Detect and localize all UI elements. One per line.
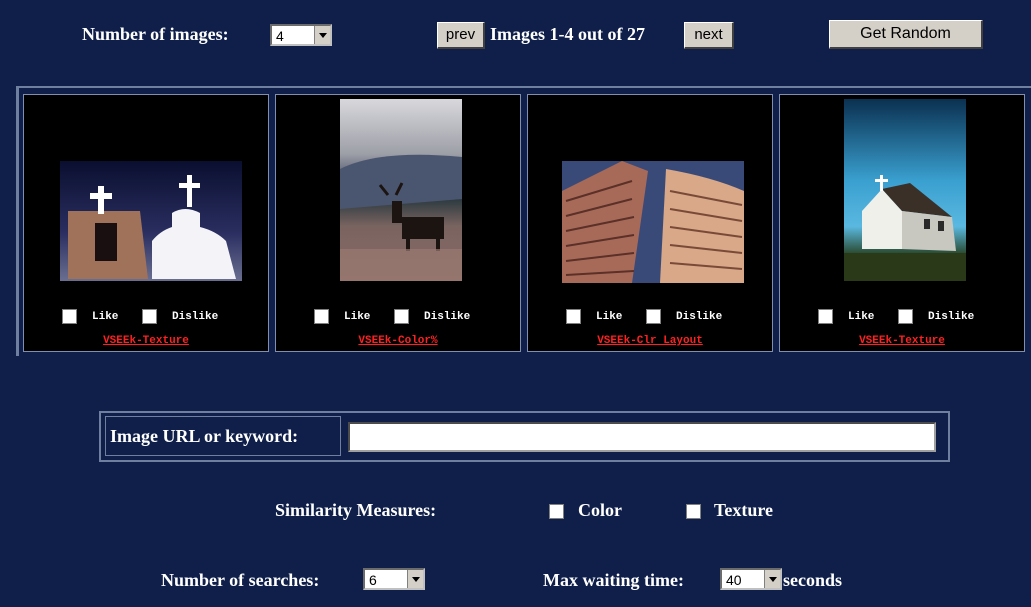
gallery-image[interactable]	[340, 99, 462, 281]
like-label: Like	[596, 311, 623, 323]
algorithm-link[interactable]: VSEEk-Texture	[780, 335, 1024, 347]
image-gallery: Like Dislike VSEEk-Texture Like Dislike …	[16, 86, 1031, 356]
chevron-down-icon	[407, 570, 423, 588]
max-wait-label: Max waiting time:	[543, 570, 684, 590]
feedback-controls: Like Dislike	[528, 309, 772, 331]
image-content	[562, 161, 744, 283]
num-searches-select[interactable]: 6	[363, 568, 425, 590]
gallery-cell: Like Dislike VSEEk-Texture	[779, 94, 1025, 352]
image-content	[68, 175, 236, 279]
next-button[interactable]: next	[684, 22, 734, 49]
max-wait-value: 40	[726, 572, 742, 588]
algorithm-link[interactable]: VSEEk-Clr Layout	[528, 335, 772, 347]
algorithm-link[interactable]: VSEEk-Color%	[276, 335, 520, 347]
dislike-label: Dislike	[424, 311, 471, 323]
image-content	[340, 154, 462, 281]
texture-option-label: Texture	[714, 500, 774, 520]
num-images-select[interactable]: 4	[270, 24, 332, 46]
gallery-cell: Like Dislike VSEEk-Color%	[275, 94, 521, 352]
like-checkbox[interactable]	[314, 309, 329, 324]
feedback-controls: Like Dislike	[24, 309, 268, 331]
image-range-text: Images 1-4 out of 27	[490, 24, 645, 44]
similarity-label: Similarity Measures:	[275, 500, 437, 520]
num-images-label: Number of images:	[82, 24, 229, 44]
image-content	[844, 175, 966, 281]
feedback-controls: Like Dislike	[780, 309, 1024, 331]
dislike-checkbox[interactable]	[898, 309, 913, 324]
color-checkbox[interactable]	[549, 504, 564, 519]
gallery-cell: Like Dislike VSEEk-Clr Layout	[527, 94, 773, 352]
num-searches-label: Number of searches:	[161, 570, 320, 590]
like-label: Like	[848, 311, 875, 323]
like-label: Like	[344, 311, 371, 323]
url-keyword-input[interactable]	[348, 422, 936, 452]
texture-checkbox[interactable]	[686, 504, 701, 519]
seconds-label: seconds	[783, 570, 843, 590]
color-option-label: Color	[578, 500, 622, 520]
chevron-down-icon	[314, 26, 330, 44]
gallery-image[interactable]	[562, 161, 744, 283]
algorithm-link[interactable]: VSEEk-Texture	[24, 335, 268, 347]
like-checkbox[interactable]	[566, 309, 581, 324]
dislike-checkbox[interactable]	[646, 309, 661, 324]
max-wait-select[interactable]: 40	[720, 568, 782, 590]
get-random-button[interactable]: Get Random	[829, 20, 983, 49]
dislike-checkbox[interactable]	[142, 309, 157, 324]
num-images-value: 4	[276, 28, 284, 44]
dislike-label: Dislike	[928, 311, 975, 323]
like-label: Like	[92, 311, 119, 323]
gallery-cell: Like Dislike VSEEk-Texture	[23, 94, 269, 352]
like-checkbox[interactable]	[62, 309, 77, 324]
gallery-image[interactable]	[60, 161, 242, 281]
feedback-controls: Like Dislike	[276, 309, 520, 331]
top-bar: Number of images: 4 prev Images 1-4 out …	[0, 0, 1031, 60]
num-searches-value: 6	[369, 572, 377, 588]
dislike-label: Dislike	[172, 311, 219, 323]
url-label: Image URL or keyword:	[110, 426, 299, 446]
like-checkbox[interactable]	[818, 309, 833, 324]
chevron-down-icon	[764, 570, 780, 588]
prev-button[interactable]: prev	[437, 22, 485, 49]
dislike-checkbox[interactable]	[394, 309, 409, 324]
dislike-label: Dislike	[676, 311, 723, 323]
gallery-image[interactable]	[844, 99, 966, 281]
